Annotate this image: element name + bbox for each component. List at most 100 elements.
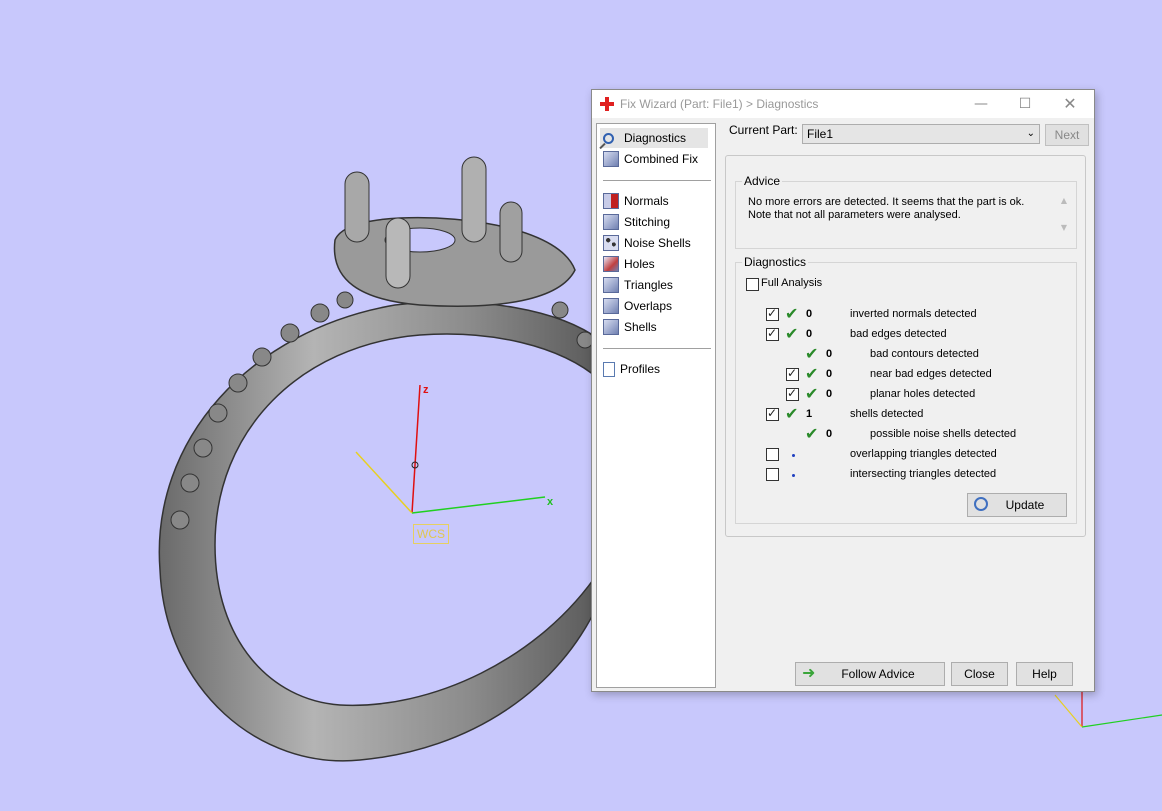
nav-item-label: Holes: [624, 257, 655, 271]
arrow-right-icon: ➜: [802, 665, 816, 682]
magnifier-icon: [603, 132, 614, 144]
pending-dot-icon: [792, 474, 795, 477]
nav-item-label: Triangles: [624, 278, 673, 292]
advice-line-2: Note that not all parameters were analys…: [748, 209, 961, 221]
nav-divider: [603, 348, 711, 349]
setting-head: [333, 216, 576, 307]
wizard-nav-panel: Diagnostics Combined Fix Normals Stitchi…: [596, 123, 716, 688]
noise-shells-cube-icon: [603, 235, 619, 251]
maximize-icon[interactable]: ☐: [1014, 94, 1036, 114]
diag-count: 0: [826, 388, 833, 400]
nav-item-stitching[interactable]: Stitching: [603, 212, 670, 232]
current-part-label: Current Part:: [729, 123, 798, 137]
normals-cube-icon: [603, 193, 619, 209]
current-part-select[interactable]: File1 ⌄: [802, 124, 1040, 144]
current-part-value: File1: [807, 127, 834, 141]
check-ok-icon: ✔: [805, 384, 819, 403]
diag-count: 1: [806, 408, 813, 420]
check-ok-icon: ✔: [805, 344, 819, 363]
diag-label: bad contours detected: [870, 348, 979, 360]
diag-checkbox-near-bad-edges[interactable]: [786, 366, 799, 381]
diag-count: 0: [826, 368, 833, 380]
red-cross-icon: [600, 97, 614, 111]
nav-item-triangles[interactable]: Triangles: [603, 275, 673, 295]
nav-item-shells[interactable]: Shells: [603, 317, 657, 337]
diag-label: near bad edges detected: [870, 368, 992, 380]
nav-item-diagnostics[interactable]: Diagnostics: [600, 128, 708, 148]
diag-label: possible noise shells detected: [870, 428, 1017, 440]
advice-line-1: No more errors are detected. It seems th…: [748, 196, 1025, 208]
cube-icon: [603, 151, 619, 167]
nav-item-noise-shells[interactable]: Noise Shells: [603, 233, 691, 253]
full-analysis-label: Full Analysis: [761, 277, 823, 289]
help-button[interactable]: Help: [1016, 662, 1073, 686]
advice-title: Advice: [742, 174, 783, 188]
chevron-down-icon: ⌄: [1026, 128, 1035, 139]
triangles-cube-icon: [603, 277, 619, 293]
check-ok-icon: ✔: [785, 304, 799, 323]
diag-label: bad edges detected: [850, 328, 947, 340]
minimize-icon[interactable]: —: [970, 94, 992, 114]
diag-checkbox-shells[interactable]: [766, 406, 779, 421]
follow-advice-label: Follow Advice: [841, 667, 915, 681]
update-label: Update: [1005, 498, 1045, 512]
update-button[interactable]: Update: [967, 493, 1067, 517]
axis-z-label: z: [423, 384, 429, 396]
nav-item-label: Diagnostics: [624, 131, 687, 145]
next-button[interactable]: Next: [1045, 124, 1089, 146]
nav-item-label: Overlaps: [624, 299, 673, 313]
close-icon[interactable]: ✕: [1059, 94, 1081, 114]
nav-divider: [603, 180, 711, 181]
wcs-label: WCS: [413, 524, 449, 544]
full-analysis-checkbox[interactable]: [746, 278, 759, 291]
diag-count: 0: [806, 328, 813, 340]
dialog-title: Fix Wizard (Part: File1) > Diagnostics: [620, 97, 819, 111]
nav-item-label: Normals: [624, 194, 669, 208]
advice-scrollbar[interactable]: ▲ ▼: [1058, 196, 1070, 242]
advice-text: No more errors are detected. It seems th…: [748, 196, 1048, 222]
diagnostics-title: Diagnostics: [742, 255, 809, 269]
diagnostics-content-box: Advice No more errors are detected. It s…: [725, 155, 1086, 537]
diag-label: shells detected: [850, 408, 924, 420]
nav-item-label: Profiles: [620, 362, 661, 376]
diag-count: 0: [806, 308, 813, 320]
diag-checkbox-overlapping[interactable]: [766, 448, 779, 461]
axis-x-label: x: [547, 496, 554, 508]
diag-checkbox-planar-holes[interactable]: [786, 386, 799, 401]
nav-item-label: Stitching: [624, 215, 671, 229]
advice-group: Advice No more errors are detected. It s…: [735, 174, 1077, 249]
check-ok-icon: ✔: [805, 364, 819, 383]
check-ok-icon: ✔: [785, 324, 799, 343]
diag-label: intersecting triangles detected: [850, 468, 997, 480]
diag-label: overlapping triangles detected: [850, 448, 997, 460]
diag-count: 0: [826, 428, 833, 440]
diag-checkbox-inverted-normals[interactable]: [766, 306, 779, 321]
dialog-titlebar[interactable]: Fix Wizard (Part: File1) > Diagnostics —…: [592, 90, 1094, 118]
diagnostics-group: Diagnostics Full Analysis ✔ 0 inverted n…: [735, 255, 1077, 524]
nav-item-label: Combined Fix: [624, 152, 699, 166]
shells-cube-icon: [603, 319, 619, 335]
nav-item-holes[interactable]: Holes: [603, 254, 655, 274]
nav-item-normals[interactable]: Normals: [603, 191, 669, 211]
diag-label: inverted normals detected: [850, 308, 977, 320]
fix-wizard-dialog: Fix Wizard (Part: File1) > Diagnostics —…: [591, 89, 1095, 692]
check-ok-icon: ✔: [805, 424, 819, 443]
magnifier-icon: [974, 497, 988, 511]
diag-label: planar holes detected: [870, 388, 976, 400]
follow-advice-button[interactable]: ➜ Follow Advice: [795, 662, 945, 686]
nav-item-label: Shells: [624, 320, 657, 334]
stitching-cube-icon: [603, 214, 619, 230]
nav-item-label: Noise Shells: [624, 236, 691, 250]
pending-dot-icon: [792, 454, 795, 457]
document-icon: [603, 361, 615, 377]
holes-cube-icon: [603, 256, 619, 272]
diag-checkbox-bad-edges[interactable]: [766, 326, 779, 341]
check-ok-icon: ✔: [785, 404, 799, 423]
nav-item-combined-fix[interactable]: Combined Fix: [603, 149, 698, 169]
close-button[interactable]: Close: [951, 662, 1008, 686]
overlaps-cube-icon: [603, 298, 619, 314]
diag-checkbox-intersecting[interactable]: [766, 468, 779, 481]
nav-item-profiles[interactable]: Profiles: [603, 359, 660, 379]
diag-count: 0: [826, 348, 833, 360]
nav-item-overlaps[interactable]: Overlaps: [603, 296, 672, 316]
